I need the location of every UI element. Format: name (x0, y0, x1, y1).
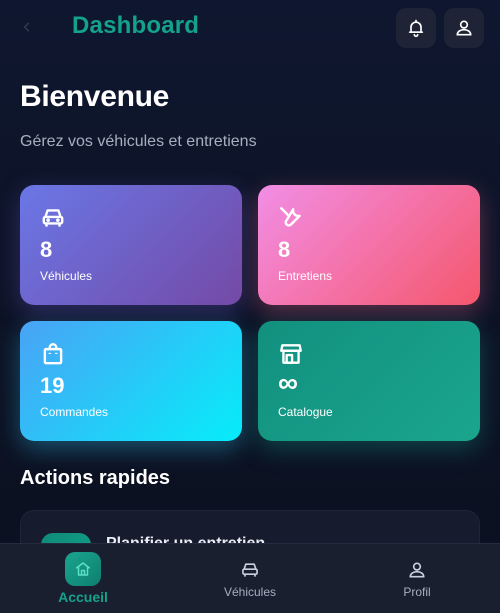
stat-card-vehicules[interactable]: 8 Véhicules (20, 185, 242, 305)
profile-button[interactable] (444, 8, 484, 48)
home-icon (65, 552, 101, 586)
stat-label: Commandes (40, 405, 109, 419)
app-title: Dashboard (72, 12, 200, 39)
stat-value: 19 (40, 373, 65, 398)
nav-item-profil[interactable]: Profil (334, 544, 500, 613)
quick-actions-title: Actions rapides (20, 467, 171, 489)
nav-item-accueil[interactable]: Accueil (0, 544, 166, 613)
stat-card-commandes[interactable]: 19 Commandes (20, 321, 242, 441)
store-icon (280, 344, 302, 364)
wrench-icon (280, 207, 301, 227)
bell-icon (408, 19, 424, 38)
user-icon (456, 20, 472, 36)
stat-value: ∞ (278, 367, 298, 398)
stat-label: Véhicules (40, 269, 93, 283)
nav-label: Accueil (58, 589, 108, 605)
nav-label: Véhicules (223, 585, 277, 599)
bottom-navigation: Accueil Véhicules Profil (0, 543, 500, 613)
stat-value: 8 (278, 237, 291, 262)
user-icon (409, 562, 425, 578)
car-icon (42, 209, 64, 227)
welcome-heading: Bienvenue (20, 80, 170, 113)
arrow-left-icon[interactable] (20, 20, 34, 34)
shopping-bag-icon (43, 343, 63, 365)
notifications-button[interactable] (396, 8, 436, 48)
stat-card-entretiens[interactable]: 8 Entretiens (258, 185, 480, 305)
nav-item-vehicules[interactable]: Véhicules (167, 544, 333, 613)
top-bar: Dashboard (0, 0, 500, 56)
stat-value: 8 (40, 237, 53, 262)
nav-label: Profil (403, 585, 431, 599)
welcome-subtitle: Gérez vos véhicules et entretiens (20, 133, 257, 150)
stat-label: Catalogue (278, 405, 333, 419)
stat-card-catalogue[interactable]: ∞ Catalogue (258, 321, 480, 441)
car-icon (242, 563, 258, 577)
stat-label: Entretiens (278, 269, 333, 283)
